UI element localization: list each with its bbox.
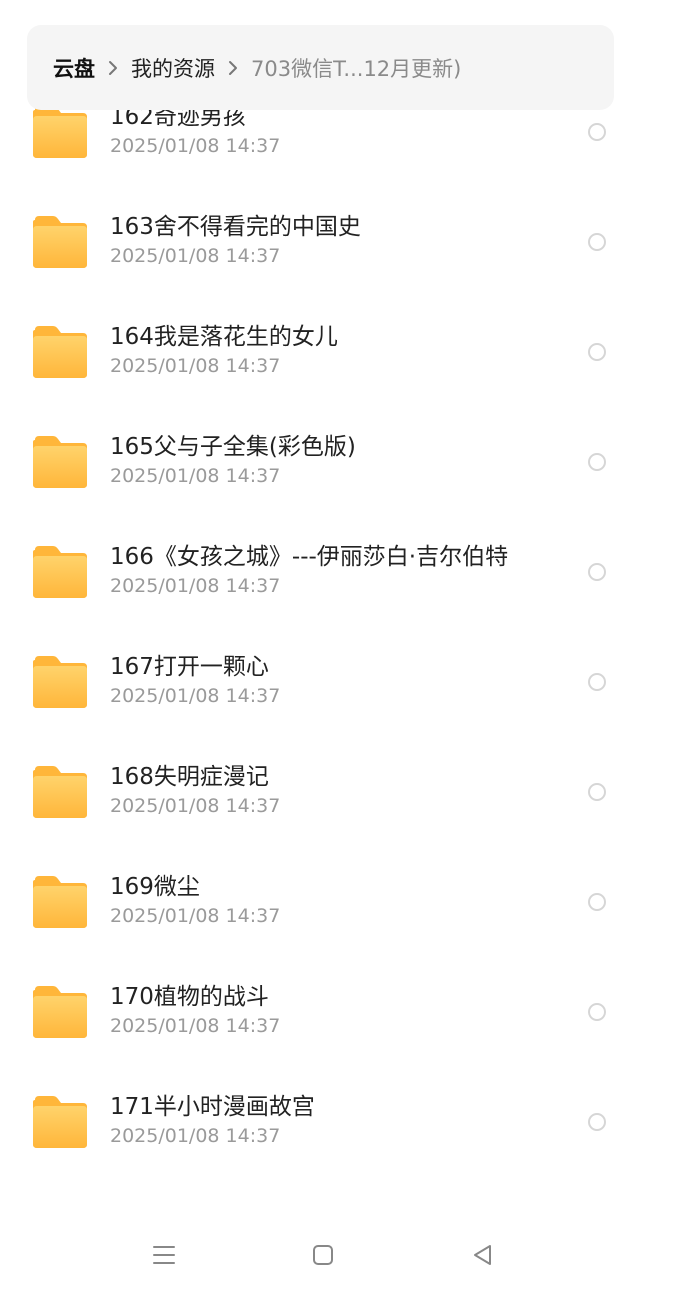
radio-circle-icon[interactable]	[588, 1003, 606, 1021]
file-date: 2025/01/08 14:37	[110, 685, 281, 707]
file-list-item[interactable]: 171半小时漫画故宫 2025/01/08 14:37	[0, 1067, 690, 1177]
menu-lines-icon[interactable]	[144, 1235, 184, 1275]
file-name: 166《女孩之城》---伊丽莎白·吉尔伯特	[110, 544, 509, 570]
radio-circle-icon[interactable]	[588, 783, 606, 801]
breadcrumb: 云盘 我的资源 703微信T...12月更新)	[27, 25, 614, 110]
file-list-item[interactable]: 166《女孩之城》---伊丽莎白·吉尔伯特 2025/01/08 14:37	[0, 517, 690, 627]
folder-icon	[33, 876, 87, 928]
file-list-item[interactable]: 165父与子全集(彩色版) 2025/01/08 14:37	[0, 407, 690, 517]
file-date: 2025/01/08 14:37	[110, 1015, 281, 1037]
breadcrumb-root[interactable]: 云盘	[53, 53, 95, 83]
file-name: 164我是落花生的女儿	[110, 324, 338, 350]
folder-icon	[33, 656, 87, 708]
file-name: 170植物的战斗	[110, 984, 269, 1010]
file-date: 2025/01/08 14:37	[110, 355, 281, 377]
file-date: 2025/01/08 14:37	[110, 575, 281, 597]
chevron-right-icon	[221, 60, 245, 76]
file-date: 2025/01/08 14:37	[110, 795, 281, 817]
radio-circle-icon[interactable]	[588, 893, 606, 911]
folder-icon	[33, 436, 87, 488]
radio-circle-icon[interactable]	[588, 233, 606, 251]
file-list-item[interactable]: 167打开一颗心 2025/01/08 14:37	[0, 627, 690, 737]
triangle-back-icon[interactable]	[462, 1235, 502, 1275]
file-name: 165父与子全集(彩色版)	[110, 434, 356, 460]
file-list-item[interactable]: 162奇迹男孩 2025/01/08 14:37	[0, 97, 690, 187]
file-date: 2025/01/08 14:37	[110, 1125, 281, 1147]
file-name: 169微尘	[110, 874, 200, 900]
file-date: 2025/01/08 14:37	[110, 245, 281, 267]
breadcrumb-current: 703微信T...12月更新)	[251, 56, 462, 81]
breadcrumb-parent[interactable]: 我的资源	[131, 53, 215, 83]
chevron-right-icon	[101, 60, 125, 76]
radio-circle-icon[interactable]	[588, 453, 606, 471]
file-list-item[interactable]: 164我是落花生的女儿 2025/01/08 14:37	[0, 297, 690, 407]
file-list-item[interactable]: 170植物的战斗 2025/01/08 14:37	[0, 957, 690, 1067]
folder-icon	[33, 1096, 87, 1148]
file-name: 167打开一颗心	[110, 654, 269, 680]
file-name: 171半小时漫画故宫	[110, 1094, 315, 1120]
radio-circle-icon[interactable]	[588, 123, 606, 141]
square-home-icon[interactable]	[303, 1235, 343, 1275]
file-list: 162奇迹男孩 2025/01/08 14:37 163舍不得看完的中国史 2025/…	[0, 97, 690, 1217]
folder-icon	[33, 766, 87, 818]
folder-icon	[33, 326, 87, 378]
folder-icon	[33, 216, 87, 268]
file-name: 168失明症漫记	[110, 764, 269, 790]
file-date: 2025/01/08 14:37	[110, 465, 281, 487]
folder-icon	[33, 106, 87, 158]
folder-icon	[33, 546, 87, 598]
file-date: 2025/01/08 14:37	[110, 135, 281, 157]
radio-circle-icon[interactable]	[588, 1113, 606, 1131]
radio-circle-icon[interactable]	[588, 563, 606, 581]
system-nav-bar	[0, 1215, 690, 1305]
radio-circle-icon[interactable]	[588, 343, 606, 361]
file-name: 163舍不得看完的中国史	[110, 214, 361, 240]
file-list-item[interactable]: 168失明症漫记 2025/01/08 14:37	[0, 737, 690, 847]
file-list-item[interactable]: 163舍不得看完的中国史 2025/01/08 14:37	[0, 187, 690, 297]
file-list-item[interactable]: 169微尘 2025/01/08 14:37	[0, 847, 690, 957]
radio-circle-icon[interactable]	[588, 673, 606, 691]
folder-icon	[33, 986, 87, 1038]
file-date: 2025/01/08 14:37	[110, 905, 281, 927]
